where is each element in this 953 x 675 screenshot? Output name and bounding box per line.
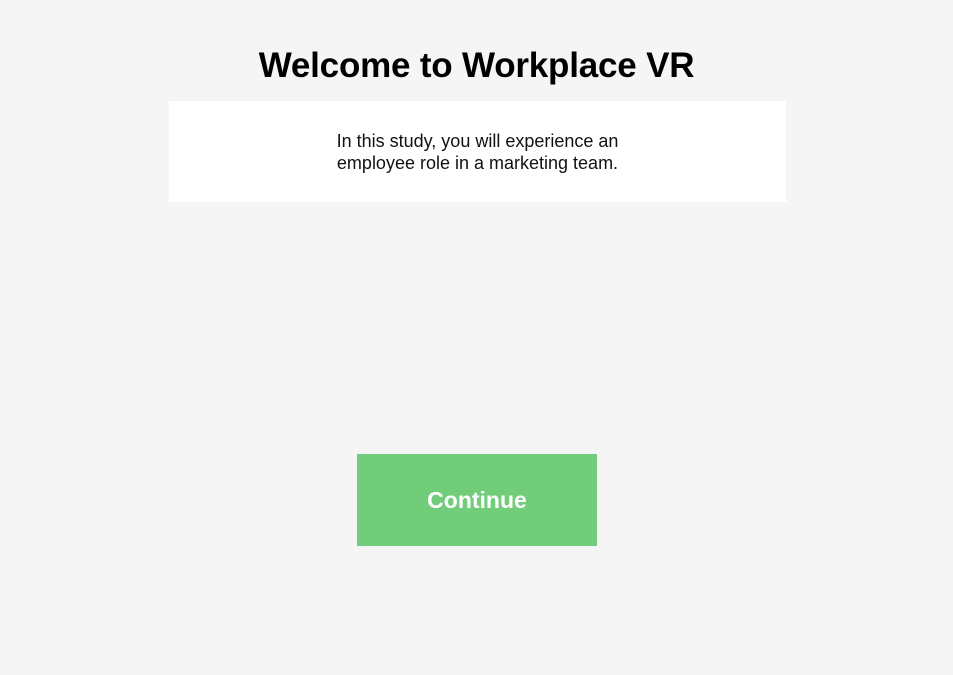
welcome-screen: Welcome to Workplace VR In this study, y… [0,0,953,675]
page-title: Welcome to Workplace VR [258,46,695,85]
intro-text: In this study, you will experience an em… [336,130,619,173]
intro-card: In this study, you will experience an em… [169,101,786,202]
continue-button[interactable]: Continue [357,454,597,546]
